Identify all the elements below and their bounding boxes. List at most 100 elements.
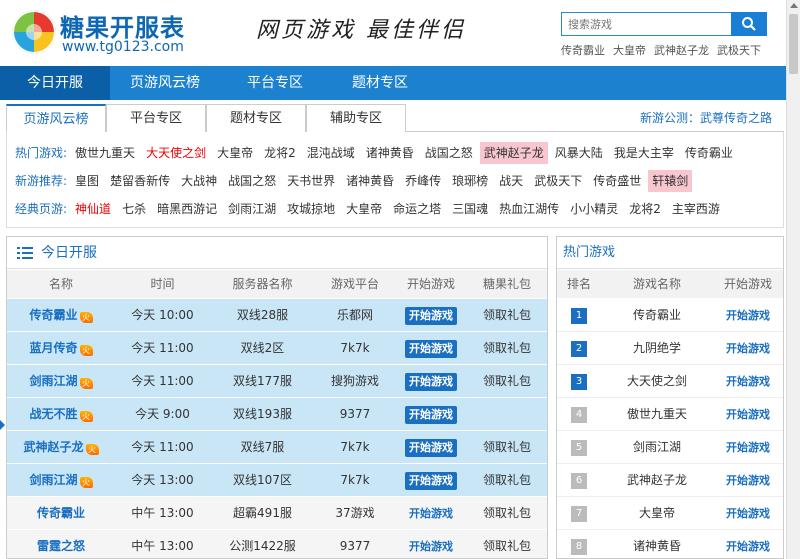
start-game-link[interactable]: 开始游戏 <box>726 507 770 520</box>
new-game-notice[interactable]: 新游公测：武尊传奇之路 <box>640 104 772 132</box>
start-game-link[interactable]: 开始游戏 <box>726 441 770 454</box>
game-tag[interactable]: 热血江湖传 <box>495 198 563 220</box>
game-tag[interactable]: 主宰西游 <box>668 198 724 220</box>
start-game-button[interactable]: 开始游戏 <box>405 306 457 325</box>
start-game-button[interactable]: 开始游戏 <box>405 405 457 424</box>
search-input[interactable] <box>561 12 731 36</box>
game-tag[interactable]: 命运之塔 <box>389 198 445 220</box>
start-game-link[interactable]: 开始游戏 <box>726 342 770 355</box>
hot-game-row: 3 大天使之剑 开始游戏 <box>557 365 783 398</box>
game-tag[interactable]: 轩辕剑 <box>648 170 693 192</box>
game-tag[interactable]: 傲世九重天 <box>71 142 139 164</box>
start-game-button[interactable]: 开始游戏 <box>405 471 457 490</box>
hot-game-name[interactable]: 剑雨江湖 <box>633 440 681 454</box>
search-button[interactable] <box>731 12 767 36</box>
game-name-link[interactable]: 雷霆之怒 <box>37 539 85 553</box>
gift-pack-link[interactable]: 领取礼包 <box>483 374 531 388</box>
start-game-link[interactable]: 开始游戏 <box>726 309 770 322</box>
hot-search-link[interactable]: 武极天下 <box>717 44 761 57</box>
hot-game-name[interactable]: 大天使之剑 <box>627 374 687 388</box>
game-tag[interactable]: 皇图 <box>71 170 103 192</box>
start-game-link[interactable]: 开始游戏 <box>726 408 770 421</box>
start-game-link[interactable]: 开始游戏 <box>726 375 770 388</box>
game-tag[interactable]: 天书世界 <box>283 170 339 192</box>
cell-text: 今天 13:00 <box>131 473 194 487</box>
game-tag[interactable]: 战国之怒 <box>224 170 280 192</box>
gift-pack-link[interactable]: 领取礼包 <box>483 308 531 322</box>
game-tag[interactable]: 小小精灵 <box>566 198 622 220</box>
game-tag[interactable]: 琅琊榜 <box>448 170 492 192</box>
game-tag[interactable]: 武神赵子龙 <box>479 142 548 164</box>
game-tag[interactable]: 攻城掠地 <box>283 198 339 220</box>
game-name-link[interactable]: 剑雨江湖 <box>29 374 77 388</box>
start-game-button[interactable]: 开始游戏 <box>409 540 453 553</box>
rank-badge: 6 <box>571 472 587 489</box>
start-game-link[interactable]: 开始游戏 <box>726 474 770 487</box>
tag-row-label: 经典页游: <box>15 202 68 216</box>
hot-game-name[interactable]: 九阴绝学 <box>633 341 681 355</box>
start-game-button[interactable]: 开始游戏 <box>405 438 457 457</box>
tab-assist[interactable]: 辅助专区 <box>306 104 406 132</box>
start-game-link[interactable]: 开始游戏 <box>726 540 770 553</box>
game-tag[interactable]: 龙将2 <box>625 198 665 220</box>
game-tag[interactable]: 武极天下 <box>530 170 586 192</box>
start-game-button[interactable]: 开始游戏 <box>405 339 457 358</box>
hot-search-link[interactable]: 武神赵子龙 <box>654 44 709 57</box>
game-name-link[interactable]: 传奇霸业 <box>29 308 77 322</box>
game-tag[interactable]: 诸神黄昏 <box>362 142 418 164</box>
tab-theme[interactable]: 题材专区 <box>206 104 306 132</box>
game-tag[interactable]: 战天 <box>495 170 527 192</box>
game-tag[interactable]: 暗黑西游记 <box>153 198 221 220</box>
nav-platform[interactable]: 平台专区 <box>220 66 330 100</box>
game-tag[interactable]: 风暴大陆 <box>551 142 607 164</box>
hot-game-name[interactable]: 大皇帝 <box>639 506 675 520</box>
gift-pack-link[interactable]: 领取礼包 <box>483 473 531 487</box>
game-tag[interactable]: 大战神 <box>177 170 221 192</box>
start-game-button[interactable]: 开始游戏 <box>409 507 453 520</box>
game-tag[interactable]: 我是大主宰 <box>610 142 678 164</box>
game-name-link[interactable]: 剑雨江湖 <box>29 473 77 487</box>
hot-search-link[interactable]: 传奇霸业 <box>561 44 605 57</box>
nav-today-open[interactable]: 今日开服 <box>0 66 110 100</box>
game-tag[interactable]: 传奇盛世 <box>589 170 645 192</box>
game-tag[interactable]: 三国魂 <box>448 198 492 220</box>
game-tag[interactable]: 大皇帝 <box>213 142 257 164</box>
hot-game-name[interactable]: 传奇霸业 <box>633 308 681 322</box>
game-tag[interactable]: 剑雨江湖 <box>224 198 280 220</box>
nav-ranking[interactable]: 页游风云榜 <box>110 66 220 100</box>
game-name-link[interactable]: 武神赵子龙 <box>23 440 83 454</box>
game-tag[interactable]: 七杀 <box>118 198 150 220</box>
game-tag[interactable]: 楚留香新传 <box>106 170 174 192</box>
start-game-button[interactable]: 开始游戏 <box>405 372 457 391</box>
cell-text: 中午 13:00 <box>131 506 194 520</box>
hot-game-name[interactable]: 武神赵子龙 <box>627 473 687 487</box>
nav-theme[interactable]: 题材专区 <box>330 66 430 100</box>
hot-game-name[interactable]: 诸神黄昏 <box>633 539 681 553</box>
scroll-up-icon[interactable] <box>790 3 798 8</box>
game-tag[interactable]: 大皇帝 <box>342 198 386 220</box>
tab-platform[interactable]: 平台专区 <box>106 104 206 132</box>
hot-search-link[interactable]: 大皇帝 <box>613 44 646 57</box>
gift-pack-link[interactable]: 领取礼包 <box>483 341 531 355</box>
game-tag[interactable]: 神仙道 <box>71 198 115 220</box>
game-tag[interactable]: 战国之怒 <box>421 142 477 164</box>
game-tag[interactable]: 诸神黄昏 <box>342 170 398 192</box>
game-tag[interactable]: 龙将2 <box>260 142 300 164</box>
game-tag[interactable]: 大天使之剑 <box>142 142 210 164</box>
game-tag[interactable]: 混沌战域 <box>303 142 359 164</box>
gift-pack-link[interactable]: 领取礼包 <box>483 440 531 454</box>
cell-name: 剑雨江湖火 <box>7 464 115 496</box>
scroll-thumb[interactable] <box>789 14 798 74</box>
game-tag[interactable]: 乔峰传 <box>401 170 445 192</box>
game-tag[interactable]: 传奇霸业 <box>681 142 737 164</box>
page-scrollbar[interactable] <box>786 0 800 559</box>
game-name-link[interactable]: 战无不胜 <box>29 407 77 421</box>
gift-pack-link[interactable]: 领取礼包 <box>483 506 531 520</box>
site-logo[interactable]: 糖果开服表 www.tg0123.com <box>12 6 192 58</box>
tab-ranking[interactable]: 页游风云榜 <box>6 104 106 132</box>
game-name-link[interactable]: 传奇霸业 <box>37 506 85 520</box>
hot-game-name[interactable]: 傲世九重天 <box>627 407 687 421</box>
column-header: 游戏名称 <box>632 277 681 291</box>
gift-pack-link[interactable]: 领取礼包 <box>483 539 531 553</box>
game-name-link[interactable]: 蓝月传奇 <box>29 341 77 355</box>
